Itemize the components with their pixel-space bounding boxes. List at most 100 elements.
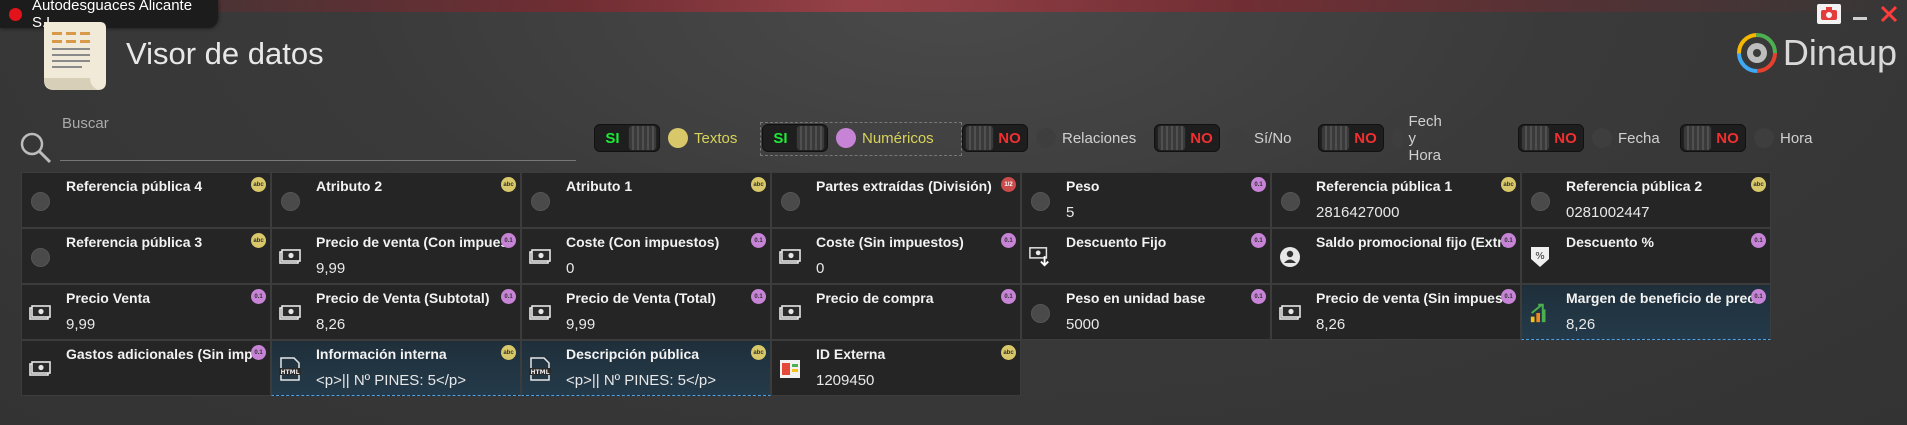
html-icon: HTML	[529, 357, 551, 381]
filter-1: SI Numéricos	[762, 122, 934, 154]
filter-toggle[interactable]: NO	[1154, 124, 1220, 152]
toggle-state: NO	[1190, 129, 1213, 147]
circle-icon	[29, 246, 51, 268]
brand-name: Dinaup	[1782, 32, 1897, 73]
numeric-type-icon: 0.1	[251, 289, 266, 304]
filter-type-icon	[1036, 128, 1056, 148]
field-value: 8,26	[316, 316, 346, 333]
minimize-button[interactable]	[1850, 2, 1870, 26]
field-cell[interactable]: HTML Información interna <p>|| Nº PINES: 5…	[271, 340, 521, 396]
filter-6: NO Hora	[1680, 122, 1813, 154]
numeric-type-icon: 0.1	[1001, 233, 1016, 248]
circle-icon	[1029, 190, 1051, 212]
money-icon	[279, 302, 301, 324]
field-cell[interactable]: Partes extraídas (División) 1/2	[771, 172, 1021, 228]
close-button[interactable]	[1878, 2, 1900, 26]
circle-icon	[779, 190, 801, 212]
field-cell[interactable]: Precio de Venta (Subtotal) 8,26 0.1	[271, 284, 521, 340]
filter-type-icon	[1228, 128, 1248, 148]
field-title: Referencia pública 2	[1566, 178, 1703, 194]
money-down-icon	[1029, 246, 1051, 268]
brand-logo: Dinaup	[1736, 32, 1897, 74]
filter-label[interactable]: Textos	[694, 130, 737, 147]
field-cell[interactable]: HTML Descripción pública <p>|| Nº PINES: 5…	[521, 340, 771, 396]
field-cell[interactable]: ID Externa 1209450 abc	[771, 340, 1021, 396]
field-cell[interactable]: Referencia pública 4 abc	[21, 172, 271, 228]
svg-text:HTML: HTML	[281, 369, 300, 376]
filter-label[interactable]: Fecha	[1618, 130, 1660, 147]
field-cell[interactable]: Referencia pública 3 abc	[21, 228, 271, 284]
document-icon	[40, 20, 110, 92]
field-cell[interactable]: Atributo 2 abc	[271, 172, 521, 228]
field-value: <p>|| Nº PINES: 5</p>	[566, 372, 717, 389]
numeric-type-icon: 0.1	[501, 233, 516, 248]
filter-toggle[interactable]: SI	[594, 124, 660, 152]
text-type-icon: abc	[251, 177, 266, 192]
search-icon[interactable]	[19, 131, 53, 170]
toggle-state: SI	[605, 129, 620, 147]
field-title: Partes extraídas (División)	[816, 178, 992, 194]
toggle-knob	[795, 125, 825, 151]
filter-type-icon	[1392, 128, 1403, 148]
field-title: Saldo promocional fijo (Extra)	[1316, 234, 1506, 250]
field-cell[interactable]: Precio de Venta (Total) 9,99 0.1	[521, 284, 771, 340]
minimize-icon	[1853, 17, 1867, 20]
close-icon	[1880, 5, 1898, 23]
field-value: 0	[566, 260, 575, 277]
field-cell[interactable]: Referencia pública 2 0281002447 abc	[1521, 172, 1771, 228]
field-cell[interactable]: Precio de venta (Con impuestos) 9,99 0.1	[271, 228, 521, 284]
toggle-knob	[627, 125, 657, 151]
toggle-knob	[1683, 125, 1713, 151]
field-value: 5	[1066, 204, 1075, 221]
filter-label[interactable]: Numéricos	[862, 130, 934, 147]
filter-toggle[interactable]: SI	[762, 124, 828, 152]
toggle-knob	[1157, 125, 1187, 151]
field-cell[interactable]: Descuento Fijo 0.1	[1021, 228, 1271, 284]
field-title: Descripción pública	[566, 346, 700, 362]
screenshot-button[interactable]	[1816, 2, 1842, 26]
svg-text:%: %	[1535, 251, 1545, 262]
field-cell[interactable]: Coste (Sin impuestos) 0 0.1	[771, 228, 1021, 284]
field-cell[interactable]: % Descuento % 0.1	[1521, 228, 1771, 284]
field-value: 0281002447	[1566, 204, 1650, 221]
field-title: Descuento Fijo	[1066, 234, 1167, 250]
field-cell[interactable]: Peso 5 0.1	[1021, 172, 1271, 228]
field-title: Margen de beneficio de precio	[1566, 290, 1756, 306]
numeric-type-icon: 0.1	[751, 233, 766, 248]
field-cell[interactable]: Margen de beneficio de precio 8,26 0.1	[1521, 284, 1771, 340]
filter-toggle[interactable]: NO	[1518, 124, 1584, 152]
field-cell[interactable]: Precio Venta 9,99 0.1	[21, 284, 271, 340]
field-title: Información interna	[316, 346, 447, 362]
text-type-icon: abc	[751, 177, 766, 192]
money-icon	[279, 246, 301, 268]
field-cell[interactable]: Coste (Con impuestos) 0 0.1	[521, 228, 771, 284]
field-value: 2816427000	[1316, 204, 1400, 221]
filter-toggle[interactable]: NO	[1680, 124, 1746, 152]
field-title: Referencia pública 4	[66, 178, 203, 194]
field-title: Peso en unidad base	[1066, 290, 1206, 306]
svg-text:HTML: HTML	[531, 369, 550, 376]
field-cell[interactable]: Gastos adicionales (Sin impuestos)0.1	[21, 340, 271, 396]
filter-label[interactable]: Fech y Hora	[1409, 113, 1452, 164]
field-cell[interactable]: Precio de compra 0.1	[771, 284, 1021, 340]
filter-toggle[interactable]: NO	[962, 124, 1028, 152]
field-value: 8,26	[1566, 316, 1596, 333]
filter-toggle[interactable]: NO	[1318, 124, 1384, 152]
numeric-type-icon: 0.1	[1251, 289, 1266, 304]
filter-type-icon	[1592, 128, 1612, 148]
field-cell[interactable]: Referencia pública 1 2816427000 abc	[1271, 172, 1521, 228]
search-input[interactable]	[60, 160, 576, 161]
numeric-type-icon: 0.1	[1501, 289, 1516, 304]
field-cell[interactable]: Saldo promocional fijo (Extra) 0.1	[1271, 228, 1521, 284]
filter-label[interactable]: Relaciones	[1062, 130, 1136, 147]
field-cell[interactable]: Precio de venta (Sin impuestos) 8,26 0.1	[1271, 284, 1521, 340]
circle-icon	[29, 190, 51, 212]
field-cell[interactable]: Peso en unidad base 5000 0.1	[1021, 284, 1271, 340]
filter-label[interactable]: Hora	[1780, 130, 1813, 147]
filter-label[interactable]: Sí/No	[1254, 130, 1292, 147]
filter-0: SI Textos	[594, 122, 737, 154]
dinaup-gear-icon	[1736, 33, 1777, 73]
relation-type-icon: 1/2	[1001, 177, 1016, 192]
field-cell[interactable]: Atributo 1 abc	[521, 172, 771, 228]
field-title: Precio de venta (Con impuestos)	[316, 234, 506, 250]
